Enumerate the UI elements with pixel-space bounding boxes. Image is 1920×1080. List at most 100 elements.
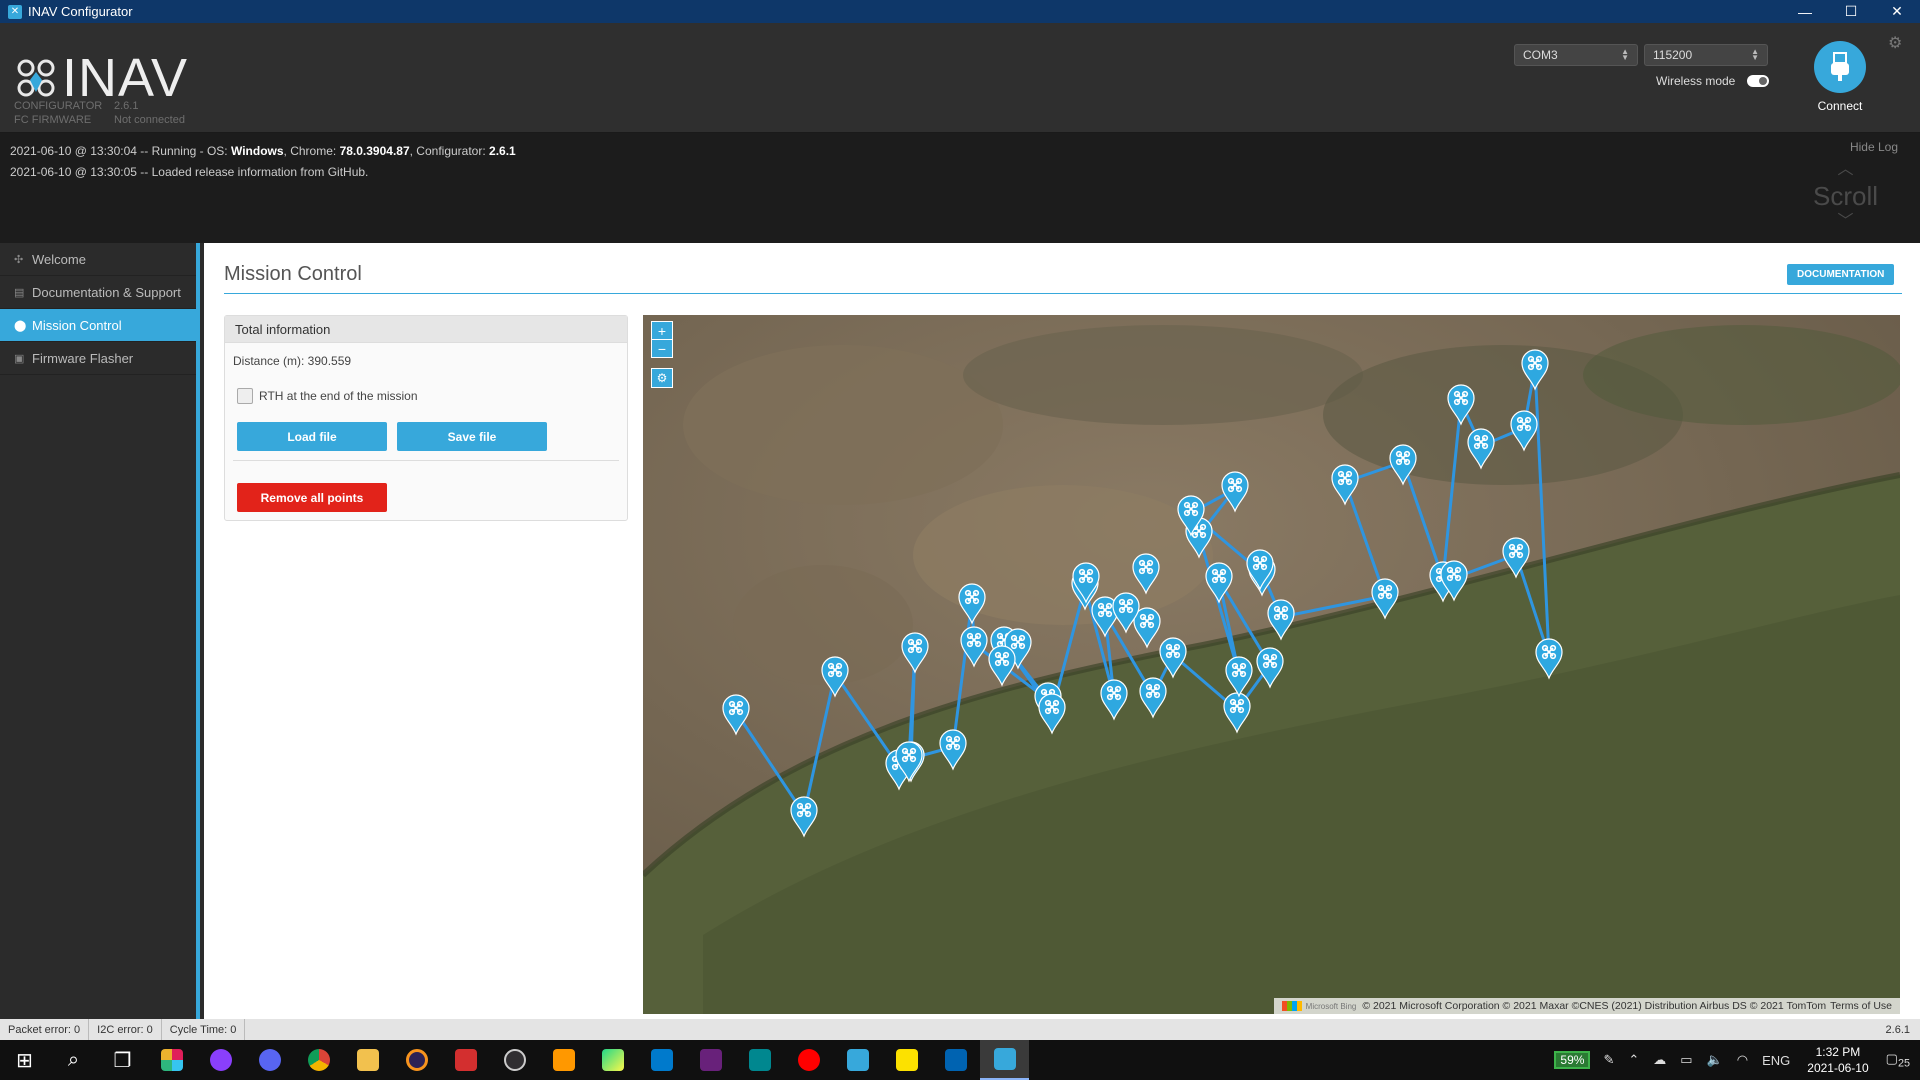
pen-icon[interactable]: ✎ bbox=[1603, 1052, 1614, 1068]
load-file-button[interactable]: Load file bbox=[237, 422, 387, 451]
select-arrows-icon: ▲ ▼ bbox=[1621, 47, 1629, 62]
taskbar-app-visual-studio[interactable] bbox=[686, 1040, 735, 1080]
chevron-up-icon: ︿ bbox=[1837, 161, 1854, 178]
configurator-label: CONFIGURATOR bbox=[14, 100, 103, 112]
sidebar-item-firmware-flasher[interactable]: ▣ Firmware Flasher bbox=[0, 342, 196, 375]
zoom-out-button[interactable]: − bbox=[651, 339, 673, 358]
messenger-icon bbox=[209, 1049, 232, 1071]
sidebar-item-documentation[interactable]: ▤ Documentation & Support bbox=[0, 276, 196, 309]
discord-icon bbox=[258, 1049, 281, 1071]
app-header: INAV CONFIGURATOR 2.6.1 FC FIRMWARE Not co… bbox=[0, 23, 1920, 133]
connect-label: Connect bbox=[1817, 99, 1863, 113]
inav-icon bbox=[846, 1049, 869, 1071]
taskbar-app-pycharm[interactable] bbox=[588, 1040, 637, 1080]
close-icon[interactable]: ✕ bbox=[1874, 0, 1920, 23]
log-panel: 2021-06-10 @ 13:30:04 -- Running - OS: W… bbox=[0, 133, 1920, 243]
notifications-icon[interactable]: ▢25 bbox=[1886, 1051, 1910, 1070]
scroll-indicator[interactable]: ︿ Scroll ﹀ bbox=[1813, 157, 1878, 235]
cloud-icon[interactable]: ☁ bbox=[1653, 1052, 1666, 1068]
taskbar-app-eclipse[interactable] bbox=[392, 1040, 441, 1080]
taskbar-app-inav-2[interactable] bbox=[980, 1040, 1029, 1080]
log-line: 2021-06-10 @ 13:30:05 -- Loaded release … bbox=[10, 165, 369, 179]
battery-indicator[interactable]: 59% bbox=[1554, 1051, 1591, 1069]
bing-label: Microsoft Bing bbox=[1305, 1001, 1357, 1011]
zoom-in-button[interactable]: + bbox=[651, 321, 673, 340]
documentation-icon: ▤ bbox=[14, 286, 25, 299]
minimize-icon[interactable]: — bbox=[1782, 0, 1828, 23]
map-settings-gear-icon[interactable]: ⚙ bbox=[651, 368, 673, 388]
fc-label: FC FIRMWARE bbox=[14, 114, 92, 126]
sticky-notes-icon bbox=[895, 1049, 918, 1071]
wifi-icon[interactable]: ◠ bbox=[1737, 1052, 1748, 1068]
log-line: 2021-06-10 @ 13:30:04 -- Running - OS: W… bbox=[10, 144, 516, 158]
taskbar-app-vscode[interactable] bbox=[637, 1040, 686, 1080]
taskbar-app-photos[interactable] bbox=[931, 1040, 980, 1080]
remove-all-points-button[interactable]: Remove all points bbox=[237, 483, 387, 512]
taskbar-app-messenger[interactable] bbox=[196, 1040, 245, 1080]
volume-icon[interactable]: 🔈 bbox=[1707, 1052, 1723, 1068]
battery-icon[interactable]: ▭ bbox=[1680, 1052, 1692, 1068]
wireless-toggle[interactable] bbox=[1747, 75, 1770, 87]
distance-value: Distance (m): 390.559 bbox=[233, 354, 352, 368]
visual-studio-icon bbox=[699, 1049, 722, 1071]
fc-status: Not connected bbox=[114, 114, 185, 126]
taskbar-app-inav-1[interactable] bbox=[833, 1040, 882, 1080]
settings-gear-icon[interactable]: ⚙ bbox=[1888, 33, 1902, 53]
sidebar: ✣ Welcome ▤ Documentation & Support ⬤ Missi… bbox=[0, 243, 200, 1019]
map-canvas[interactable] bbox=[643, 315, 1900, 1014]
scroll-label: Scroll bbox=[1812, 181, 1878, 211]
baud-select[interactable]: 115200 ▲ ▼ bbox=[1644, 44, 1768, 66]
task-view-icon: ❐ bbox=[113, 1049, 132, 1072]
version-info: CONFIGURATOR 2.6.1 FC FIRMWARE Not connect… bbox=[14, 99, 185, 127]
wireless-label: Wireless mode bbox=[1656, 74, 1736, 88]
page-title: Mission Control bbox=[224, 263, 362, 285]
divider bbox=[233, 460, 619, 461]
taskbar-app-slack[interactable] bbox=[147, 1040, 196, 1080]
taskbar-app-solidworks[interactable] bbox=[441, 1040, 490, 1080]
connect-button[interactable]: Connect bbox=[1810, 41, 1870, 113]
title-divider bbox=[224, 293, 1902, 294]
taskbar-app-youtube[interactable] bbox=[784, 1040, 833, 1080]
rth-checkbox[interactable] bbox=[237, 388, 253, 404]
maximize-icon[interactable]: ☐ bbox=[1828, 0, 1874, 23]
chevron-up-icon[interactable]: ⌃ bbox=[1628, 1052, 1639, 1068]
mission-map[interactable]: + − ⚙ Microsoft Bing © 2021 Microsoft Co… bbox=[643, 315, 1900, 1014]
language-indicator[interactable]: ENG bbox=[1762, 1053, 1790, 1068]
clock-date: 2021-06-10 bbox=[1807, 1061, 1869, 1075]
sidebar-item-mission-control[interactable]: ⬤ Mission Control bbox=[0, 309, 196, 342]
youtube-icon bbox=[797, 1049, 820, 1071]
taskbar-app-discord[interactable] bbox=[245, 1040, 294, 1080]
sidebar-item-label: Documentation & Support bbox=[32, 284, 181, 300]
port-select[interactable]: COM3 ▲ ▼ bbox=[1514, 44, 1638, 66]
status-bar: Packet error: 0 I2C error: 0 Cycle Time:… bbox=[0, 1019, 1920, 1040]
search-button[interactable]: ⌕ bbox=[49, 1040, 98, 1080]
sidebar-item-label: Firmware Flasher bbox=[32, 350, 134, 366]
folder-icon bbox=[356, 1049, 379, 1071]
taskbar-app-arduino[interactable] bbox=[735, 1040, 784, 1080]
hide-log-link[interactable]: Hide Log bbox=[1850, 137, 1898, 158]
slack-icon bbox=[160, 1049, 183, 1071]
documentation-button[interactable]: DOCUMENTATION bbox=[1787, 264, 1895, 285]
chevron-down-icon: ﹀ bbox=[1837, 213, 1854, 230]
sidebar-item-welcome[interactable]: ✣ Welcome bbox=[0, 243, 196, 276]
rth-label: RTH at the end of the mission bbox=[259, 389, 418, 403]
port-value: COM3 bbox=[1523, 48, 1558, 62]
task-view-button[interactable]: ❐ bbox=[98, 1040, 147, 1080]
panel-header: Total information bbox=[225, 316, 627, 343]
cycle-time: Cycle Time: 0 bbox=[162, 1019, 246, 1040]
clock[interactable]: 1:32 PM 2021-06-10 bbox=[1807, 1044, 1868, 1076]
main-content: Mission Control DOCUMENTATION Total info… bbox=[204, 243, 1920, 1019]
window-title: INAV Configurator bbox=[28, 4, 133, 19]
chip-icon: ▣ bbox=[14, 352, 25, 365]
quad-logo-icon bbox=[17, 59, 55, 97]
save-file-button[interactable]: Save file bbox=[397, 422, 547, 451]
taskbar-app-chrome[interactable] bbox=[294, 1040, 343, 1080]
start-button[interactable]: ⊞ bbox=[0, 1040, 49, 1080]
solidworks-icon bbox=[454, 1049, 477, 1071]
taskbar-app-obs[interactable] bbox=[490, 1040, 539, 1080]
taskbar-app-explorer[interactable] bbox=[343, 1040, 392, 1080]
terms-of-use-link[interactable]: Terms of Use bbox=[1830, 1000, 1892, 1012]
taskbar-app-sticky-notes[interactable] bbox=[882, 1040, 931, 1080]
taskbar-app-sublime[interactable] bbox=[539, 1040, 588, 1080]
packet-error: Packet error: 0 bbox=[0, 1019, 90, 1040]
